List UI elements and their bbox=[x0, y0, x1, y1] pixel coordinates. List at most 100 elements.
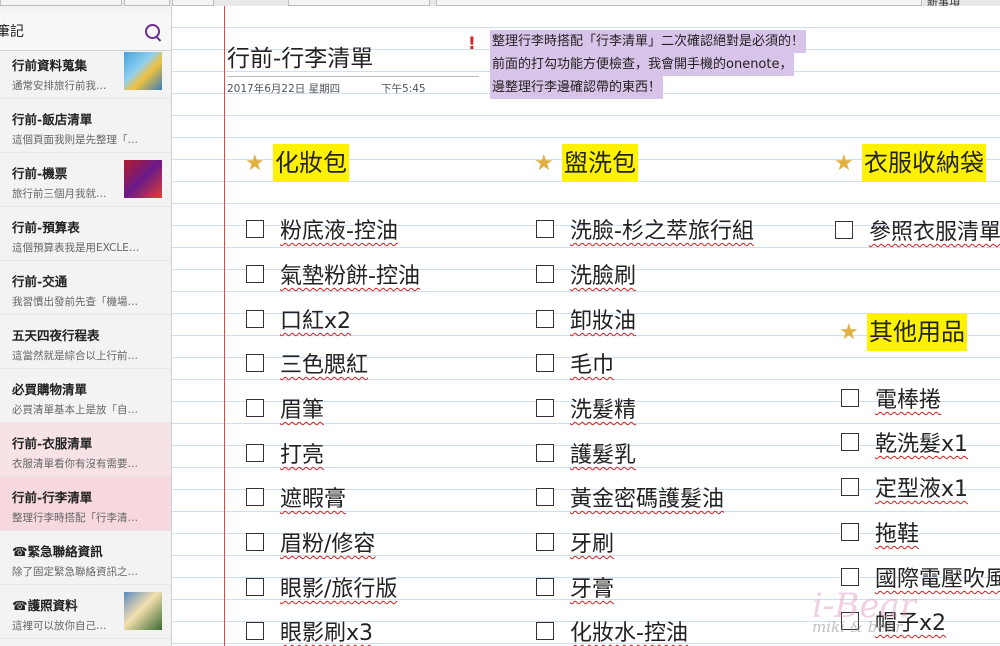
todo-item: 電棒捲 bbox=[841, 382, 941, 414]
todo-checkbox[interactable] bbox=[536, 622, 554, 640]
todo-checkbox[interactable] bbox=[536, 488, 554, 506]
todo-checkbox[interactable] bbox=[246, 444, 264, 462]
todo-item: 遮暇膏 bbox=[246, 481, 346, 513]
important-tag-icon: ! bbox=[468, 34, 476, 54]
todo-label: 洗臉-杉之萃旅行組 bbox=[570, 219, 754, 244]
section-label: 其他用品 bbox=[867, 313, 967, 351]
todo-label: 三色腮紅 bbox=[280, 353, 369, 378]
page-thumbnail bbox=[124, 52, 162, 90]
page-item-snippet: 我習慣出發前先查「機場… bbox=[12, 296, 138, 308]
page-time: 下午5:45 bbox=[381, 83, 426, 95]
page-title[interactable]: 行前-行李清單 bbox=[227, 39, 373, 73]
star-icon: ★ bbox=[245, 150, 265, 176]
page-item-title: 行前資料蒐集 bbox=[12, 58, 88, 73]
page-item-緊急聯絡資訊[interactable]: ☎緊急聯絡資訊 除了固定緊急聯絡資訊之… bbox=[0, 531, 171, 585]
todo-label: 乾洗髮x1 bbox=[875, 432, 969, 457]
todo-checkbox[interactable] bbox=[536, 533, 554, 551]
page-item-飯店清單[interactable]: 行前-飯店清單 這個頁面我則是先整理「… bbox=[0, 99, 171, 153]
todo-checkbox[interactable] bbox=[841, 568, 859, 586]
section-label: 化妝包 bbox=[273, 144, 349, 182]
page-item-購物清單[interactable]: 必買購物清單 必買清單基本上是放「自… bbox=[0, 369, 171, 423]
todo-item: 粉底液-控油 bbox=[246, 213, 398, 245]
todo-checkbox[interactable] bbox=[246, 354, 264, 372]
todo-checkbox[interactable] bbox=[246, 220, 264, 238]
todo-item: 牙膏 bbox=[536, 571, 614, 603]
page-item-title: ☎護照資料 bbox=[12, 595, 78, 614]
page-item-預算表[interactable]: 行前-預算表 這個預算表我是用EXCLE… bbox=[0, 207, 171, 261]
note-line: 前面的打勾功能方便檢查，我會開手機的onenote， bbox=[490, 53, 795, 76]
section-label: 盥洗包 bbox=[562, 144, 638, 182]
todo-label: 口紅x2 bbox=[280, 309, 352, 334]
todo-checkbox[interactable] bbox=[536, 220, 554, 238]
todo-item: 定型液x1 bbox=[841, 471, 968, 503]
todo-item: 眼影/旅行版 bbox=[246, 571, 397, 603]
todo-checkbox[interactable] bbox=[246, 310, 264, 328]
todo-checkbox[interactable] bbox=[841, 389, 859, 407]
todo-label: 氣墊粉餅-控油 bbox=[280, 264, 420, 289]
todo-label: 拖鞋 bbox=[875, 522, 920, 547]
page-item-行李清單[interactable]: 行前-行李清單 整理行李時搭配「行李清… bbox=[0, 477, 171, 531]
page-item-snippet: 這個頁面我則是先整理「… bbox=[12, 134, 138, 146]
todo-item: 口紅x2 bbox=[246, 303, 351, 335]
todo-checkbox[interactable] bbox=[841, 523, 859, 541]
todo-checkbox[interactable] bbox=[536, 310, 554, 328]
todo-label: 洗臉刷 bbox=[570, 264, 637, 289]
todo-item: 化妝水-控油 bbox=[536, 615, 688, 646]
note-canvas[interactable]: 行前-行李清單 2017年6月22日 星期四 下午5:45 ! 整理行李時搭配「… bbox=[172, 6, 1000, 646]
todo-item: 三色腮紅 bbox=[246, 347, 368, 379]
page-item-title-text: 護照資料 bbox=[27, 598, 78, 613]
highlighted-note[interactable]: 整理行李時搭配「行李清單」二次確認絕對是必須的！ 前面的打勾功能方便檢查，我會開… bbox=[490, 30, 840, 99]
todo-label: 牙刷 bbox=[570, 532, 615, 557]
todo-label: 化妝水-控油 bbox=[570, 621, 688, 646]
todo-checkbox[interactable] bbox=[841, 433, 859, 451]
todo-checkbox[interactable] bbox=[536, 399, 554, 417]
page-item-護照資料[interactable]: ☎護照資料 這裡可以放你自己… bbox=[0, 585, 171, 639]
todo-checkbox[interactable] bbox=[246, 533, 264, 551]
todo-label: 眼影刷x3 bbox=[280, 621, 374, 646]
todo-checkbox[interactable] bbox=[841, 478, 859, 496]
todo-checkbox[interactable] bbox=[536, 265, 554, 283]
page-item-title: 行前-飯店清單 bbox=[12, 112, 93, 127]
page-item-title: 行前-交通 bbox=[12, 274, 68, 289]
star-icon: ★ bbox=[834, 150, 854, 176]
todo-checkbox[interactable] bbox=[835, 221, 853, 239]
todo-checkbox[interactable] bbox=[246, 578, 264, 596]
todo-item: 參照衣服清單 bbox=[835, 214, 1000, 246]
section-wash-heading: ★ 盥洗包 bbox=[534, 144, 638, 182]
page-item-snippet: 這當然就是綜合以上行前… bbox=[12, 350, 138, 362]
todo-checkbox[interactable] bbox=[536, 444, 554, 462]
todo-checkbox[interactable] bbox=[246, 399, 264, 417]
page-item-交通[interactable]: 行前-交通 我習慣出發前先查「機場… bbox=[0, 261, 171, 315]
page-thumbnail bbox=[124, 160, 162, 198]
star-icon: ★ bbox=[839, 319, 859, 345]
todo-label: 遮暇膏 bbox=[280, 487, 347, 512]
page-item-衣服清單[interactable]: 行前-衣服清單 衣服清單看你有沒有需要… bbox=[0, 423, 171, 477]
todo-item: 乾洗髮x1 bbox=[841, 426, 968, 458]
page-item-title: 行前-預算表 bbox=[12, 220, 80, 235]
section-makeup-heading: ★ 化妝包 bbox=[245, 144, 349, 182]
todo-item: 洗臉-杉之萃旅行組 bbox=[536, 213, 754, 245]
section-clothes-heading: ★ 衣服收納袋 bbox=[834, 144, 986, 182]
todo-checkbox[interactable] bbox=[246, 622, 264, 640]
todo-checkbox[interactable] bbox=[536, 578, 554, 596]
phone-icon: ☎ bbox=[12, 544, 28, 559]
star-icon: ★ bbox=[534, 150, 554, 176]
search-icon[interactable] bbox=[145, 24, 160, 39]
page-item-snippet: 必買清單基本上是放「自… bbox=[12, 404, 138, 416]
todo-label: 毛巾 bbox=[570, 353, 615, 378]
page-item-snippet: 衣服清單看你有沒有需要… bbox=[12, 458, 138, 470]
todo-label: 打亮 bbox=[280, 443, 325, 468]
page-item-行程表[interactable]: 五天四夜行程表 這當然就是綜合以上行前… bbox=[0, 315, 171, 369]
page-item-title: 行前-機票 bbox=[12, 166, 68, 181]
note-line: 整理行李時搭配「行李清單」二次確認絕對是必須的！ bbox=[490, 30, 807, 53]
todo-item: 拖鞋 bbox=[841, 516, 919, 548]
page-item-行前資料蒐集[interactable]: 行前資料蒐集 通常安排旅行前我… bbox=[0, 45, 171, 99]
page-list-sidebar: 筆記 行前資料蒐集 通常安排旅行前我… 行前-飯店清單 這個頁面我則是先整理「…… bbox=[0, 6, 172, 646]
todo-checkbox[interactable] bbox=[246, 265, 264, 283]
page-item-機票[interactable]: 行前-機票 旅行前三個月我就… bbox=[0, 153, 171, 207]
margin-line bbox=[224, 6, 225, 646]
todo-label: 護髮乳 bbox=[570, 443, 637, 468]
todo-checkbox[interactable] bbox=[536, 354, 554, 372]
todo-item: 毛巾 bbox=[536, 347, 614, 379]
todo-checkbox[interactable] bbox=[246, 488, 264, 506]
